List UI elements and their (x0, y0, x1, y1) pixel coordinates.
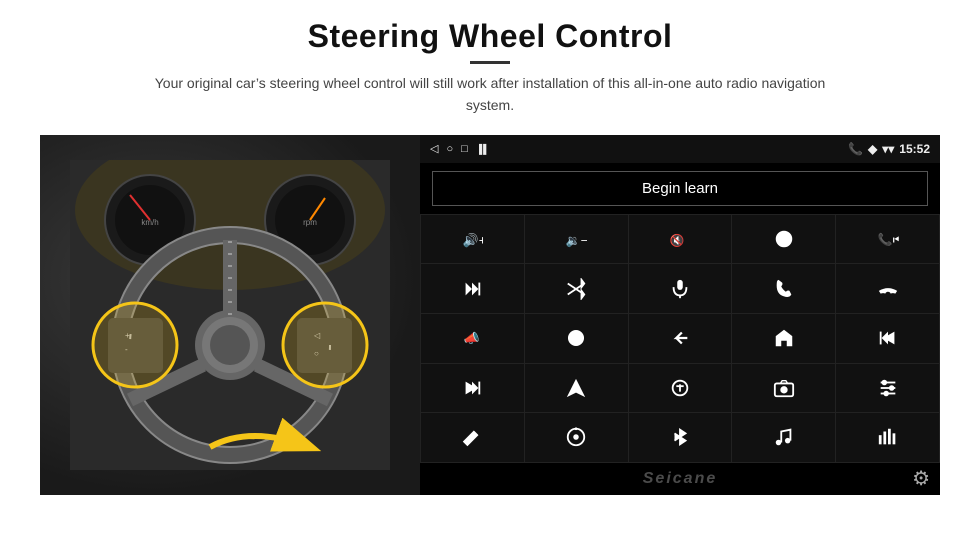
signal-icon: ▐▌ (476, 144, 491, 154)
ctrl-radio[interactable] (525, 413, 628, 462)
head-unit-panel: ◁ ○ □ ▐▌ 📞 ◆ ▾▾ 15:52 Begin learn (420, 135, 940, 495)
ctrl-navigate[interactable] (525, 364, 628, 413)
ctrl-mute[interactable]: 🔇 (629, 215, 732, 264)
ctrl-phone[interactable] (732, 264, 835, 313)
ctrl-sliders[interactable] (836, 364, 939, 413)
ctrl-pen[interactable] (421, 413, 524, 462)
svg-text:📞⏮: 📞⏮ (878, 232, 899, 247)
status-bar: ◁ ○ □ ▐▌ 📞 ◆ ▾▾ 15:52 (420, 135, 940, 163)
ctrl-camera[interactable] (732, 364, 835, 413)
ctrl-vol-up[interactable]: 🔊+ (421, 215, 524, 264)
content-row: km/h rpm (40, 135, 940, 495)
wifi-icon: ▾▾ (882, 142, 894, 156)
home-nav-icon[interactable]: ○ (446, 143, 453, 155)
svg-text:🔇: 🔇 (670, 234, 685, 248)
ctrl-rewind[interactable] (836, 314, 939, 363)
page-subtitle: Your original car’s steering wheel contr… (130, 72, 850, 117)
svg-text:360: 360 (573, 336, 581, 341)
ctrl-power[interactable] (732, 215, 835, 264)
svg-text:🔉−: 🔉− (566, 234, 587, 248)
ctrl-music[interactable] (732, 413, 835, 462)
ctrl-vol-down[interactable]: 🔉− (525, 215, 628, 264)
ctrl-eq[interactable] (629, 364, 732, 413)
status-left: ◁ ○ □ ▐▌ (430, 142, 491, 155)
svg-text:📣: 📣 (464, 331, 480, 346)
recents-nav-icon[interactable]: □ (461, 143, 468, 155)
seicane-watermark: Seicane (643, 470, 717, 488)
ctrl-back[interactable] (629, 314, 732, 363)
ctrl-hang-up[interactable] (836, 264, 939, 313)
title-divider (470, 61, 510, 64)
steering-wheel-bg: km/h rpm (40, 135, 420, 495)
ctrl-shuffle[interactable] (525, 264, 628, 313)
back-nav-icon[interactable]: ◁ (430, 142, 438, 155)
svg-text:🔊+: 🔊+ (463, 232, 483, 249)
ctrl-next[interactable] (421, 264, 524, 313)
ctrl-fast-fwd[interactable] (421, 364, 524, 413)
ctrl-360[interactable]: 360 (525, 314, 628, 363)
phone-status-icon: 📞 (848, 142, 863, 156)
location-icon: ◆ (868, 142, 877, 156)
page-container: Steering Wheel Control Your original car… (0, 0, 980, 544)
ctrl-bluetooth[interactable] (629, 413, 732, 462)
title-section: Steering Wheel Control Your original car… (130, 18, 850, 117)
clock: 15:52 (899, 142, 930, 156)
ctrl-mic[interactable] (629, 264, 732, 313)
ctrl-equalizer-bars[interactable] (836, 413, 939, 462)
hu-bottom-bar: Seicane ⚙ (420, 463, 940, 495)
arrow-overlay (200, 415, 330, 480)
ctrl-horn[interactable]: 📣 (421, 314, 524, 363)
status-right: 📞 ◆ ▾▾ 15:52 (848, 142, 930, 156)
controls-grid: 🔊+ 🔉− 🔇 📞⏮ (420, 214, 940, 463)
steering-wheel-panel: km/h rpm (40, 135, 420, 495)
ctrl-home[interactable] (732, 314, 835, 363)
begin-learn-button[interactable]: Begin learn (432, 171, 928, 206)
ctrl-prev-track[interactable]: 📞⏮ (836, 215, 939, 264)
settings-gear-icon[interactable]: ⚙ (912, 466, 930, 491)
begin-learn-row: Begin learn (420, 163, 940, 214)
page-title: Steering Wheel Control (130, 18, 850, 55)
